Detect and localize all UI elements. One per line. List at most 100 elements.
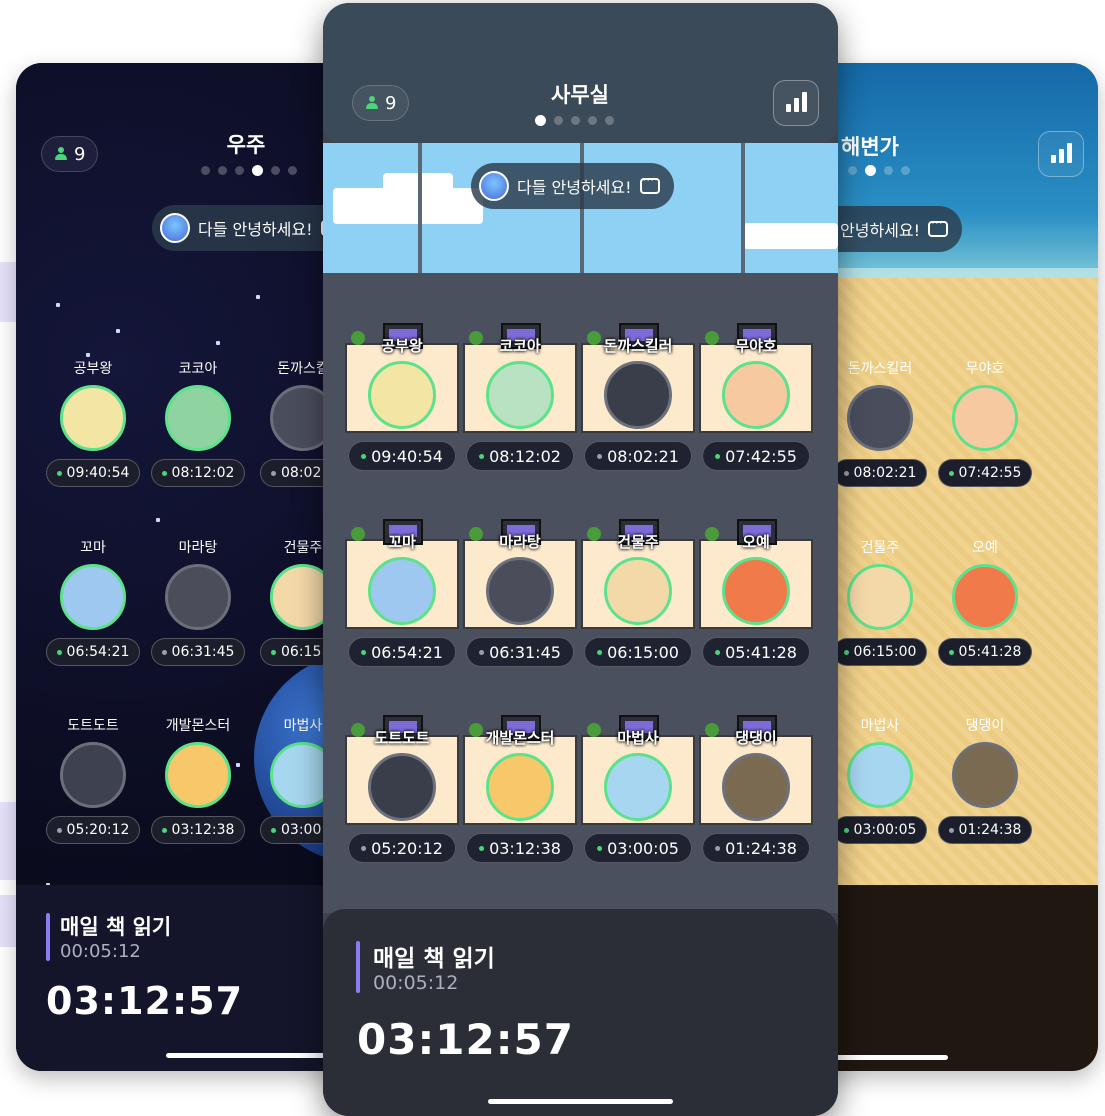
- study-time: 03:12:38: [466, 833, 574, 863]
- member-name: 댕댕이: [965, 718, 1005, 734]
- desk-seat[interactable]: 마법사 03:00:05: [581, 705, 695, 875]
- study-time: 05:41:28: [937, 638, 1033, 666]
- member-name: 도트도트: [67, 718, 119, 734]
- avatar: [486, 753, 554, 821]
- avatar: [604, 361, 672, 429]
- desk-seat[interactable]: 공부왕 09:40:54: [345, 313, 459, 483]
- study-time: 05:20:12: [348, 833, 456, 863]
- study-time: 08:12:02: [150, 459, 246, 487]
- participant-count-value: 9: [385, 92, 397, 114]
- member-card[interactable]: 돈까스킬러 08:02:21: [825, 359, 935, 487]
- avatar: [165, 564, 231, 630]
- member-card[interactable]: 도트도트 05:20:12: [38, 716, 148, 844]
- member-name: 댕댕이: [735, 729, 777, 747]
- study-time: 09:40:54: [45, 459, 141, 487]
- desk-seat[interactable]: 건물주 06:15:00: [581, 509, 695, 679]
- member-card[interactable]: 코코아 08:12:02: [143, 359, 253, 487]
- avatar: [847, 564, 913, 630]
- member-name: 코코아: [499, 337, 541, 355]
- room-title: 사무실: [551, 83, 609, 107]
- phone-office-room: 9 사무실 다들 안녕하세요! 공부왕09:40:54 코코아 08:12:02돈까…: [323, 3, 838, 1116]
- study-time: 07:42:55: [702, 441, 810, 471]
- member-card[interactable]: 건물주 06:15:00: [825, 538, 935, 666]
- member-name: 도트도트: [374, 729, 430, 747]
- member-card[interactable]: 개발몬스터 03:12:38: [143, 716, 253, 844]
- member-card[interactable]: 공부왕 09:40:54: [38, 359, 148, 487]
- member-card[interactable]: 오예 05:41:28: [930, 538, 1040, 666]
- avatar: [847, 385, 913, 451]
- study-time: 06:15:00: [832, 638, 928, 666]
- desk-seat[interactable]: 코코아 08:12:02: [463, 313, 577, 483]
- member-card[interactable]: 댕댕이 01:24:38: [930, 716, 1040, 844]
- study-time: 08:12:02: [466, 441, 574, 471]
- person-icon: [365, 96, 379, 110]
- page-dots[interactable]: [201, 165, 297, 176]
- stats-button[interactable]: [773, 80, 819, 126]
- member-name: 무야호: [965, 361, 1005, 377]
- room-title: 우주: [226, 133, 266, 157]
- member-card[interactable]: 마라탕 06:31:45: [143, 538, 253, 666]
- avatar: [952, 385, 1018, 451]
- avatar: [165, 385, 231, 451]
- desk-seat[interactable]: 댕댕이 01:24:38: [699, 705, 813, 875]
- desk-seat[interactable]: 마라탕 06:31:45: [463, 509, 577, 679]
- phone-space-room: 9 우주 다들 안녕하세요! 공부왕09:40:54코코아08:12:02돈까스…: [16, 63, 356, 1071]
- avatar: [722, 753, 790, 821]
- study-time: 03:00:05: [584, 833, 692, 863]
- member-name: 마라탕: [499, 533, 541, 551]
- study-time: 01:24:38: [937, 816, 1033, 844]
- greeting-text: 안녕하세요!: [840, 221, 921, 240]
- member-name: 무야호: [735, 337, 777, 355]
- avatar: [60, 564, 126, 630]
- member-name: 코코아: [178, 361, 218, 377]
- study-time: 05:41:28: [702, 637, 810, 667]
- greeting-bubble[interactable]: 다들 안녕하세요!: [471, 163, 674, 209]
- participant-count-value: 9: [74, 143, 86, 165]
- member-name: 공부왕: [381, 337, 423, 355]
- task-title: 매일 책 읽기: [373, 946, 495, 972]
- member-name: 꼬마: [80, 540, 106, 556]
- member-name: 개발몬스터: [165, 718, 231, 734]
- member-card[interactable]: 무야호 07:42:55: [930, 359, 1040, 487]
- greeting-text: 다들 안녕하세요!: [517, 178, 632, 197]
- desk-seat[interactable]: 돈까스킬러 08:02:21: [581, 313, 695, 483]
- participant-count[interactable]: 9: [41, 136, 99, 172]
- study-time: 03:12:38: [150, 816, 246, 844]
- member-name: 마법사: [617, 729, 659, 747]
- member-name: 오예: [972, 540, 998, 556]
- total-time: 03:12:57: [46, 979, 244, 1023]
- member-name: 건물주: [860, 540, 900, 556]
- desk-seat[interactable]: 개발몬스터 03:12:38: [463, 705, 577, 875]
- showcase-stage: 9 우주 다들 안녕하세요! 공부왕09:40:54코코아08:12:02돈까스…: [0, 0, 1105, 1116]
- study-time: 05:20:12: [45, 816, 141, 844]
- member-card[interactable]: 마법사 03:00:05: [825, 716, 935, 844]
- study-time: 06:15:00: [584, 637, 692, 667]
- member-card[interactable]: 꼬마 06:54:21: [38, 538, 148, 666]
- stats-button[interactable]: [1038, 131, 1084, 177]
- desk-seat[interactable]: 오예 05:41:28: [699, 509, 813, 679]
- avatar: [486, 557, 554, 625]
- study-time: 08:02:21: [832, 459, 928, 487]
- avatar: [722, 361, 790, 429]
- timer-panel: 매일 책 읽기 00:05:12 03:12:57: [16, 885, 356, 1071]
- page-dots[interactable]: [848, 165, 910, 176]
- study-time: 06:54:21: [348, 637, 456, 667]
- participant-count[interactable]: 9: [352, 85, 410, 121]
- member-name: 돈까스킬러: [847, 361, 913, 377]
- total-time: 03:12:57: [357, 1015, 574, 1064]
- avatar: [368, 753, 436, 821]
- task-elapsed: 00:05:12: [373, 972, 459, 994]
- member-name: 마라탕: [178, 540, 218, 556]
- desk-seat[interactable]: 무야호 07:42:55: [699, 313, 813, 483]
- avatar: [60, 742, 126, 808]
- avatar: [165, 742, 231, 808]
- desk-seat[interactable]: 꼬마 06:54:21: [345, 509, 459, 679]
- avatar: [486, 361, 554, 429]
- study-time: 01:24:38: [702, 833, 810, 863]
- member-name: 개발몬스터: [485, 729, 555, 747]
- chat-icon: [928, 216, 949, 237]
- page-dots[interactable]: [535, 115, 614, 126]
- task-title: 매일 책 읽기: [60, 915, 172, 939]
- study-time: 06:31:45: [466, 637, 574, 667]
- desk-seat[interactable]: 도트도트 05:20:12: [345, 705, 459, 875]
